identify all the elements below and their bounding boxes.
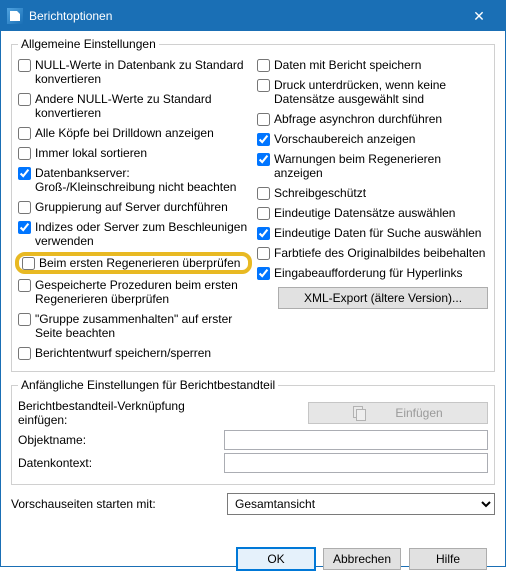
checkbox-input[interactable]	[257, 227, 270, 240]
checkbox-row[interactable]: Gespeicherte Prozeduren beim ersten Rege…	[18, 275, 249, 309]
checkbox-input[interactable]	[18, 279, 31, 292]
close-icon: ✕	[473, 8, 485, 25]
checkbox-row[interactable]: Andere NULL-Werte zu Standard konvertier…	[18, 89, 249, 123]
checkbox-label: Alle Köpfe bei Drilldown anzeigen	[35, 126, 249, 140]
copy-icon	[353, 406, 367, 420]
checkbox-row[interactable]: Gruppierung auf Server durchführen	[18, 197, 249, 217]
checkbox-label: Immer lokal sortieren	[35, 146, 249, 160]
insert-button-label: Einfügen	[395, 406, 442, 420]
checkbox-label: Gespeicherte Prozeduren beim ersten Rege…	[35, 278, 249, 306]
checkbox-label: Andere NULL-Werte zu Standard konvertier…	[35, 92, 249, 120]
checkbox-row[interactable]: Eindeutige Daten für Suche auswählen	[257, 223, 488, 243]
group-general-legend: Allgemeine Einstellungen	[18, 37, 159, 51]
general-left-column: NULL-Werte in Datenbank zu Standard konv…	[18, 55, 249, 363]
checkbox-input[interactable]	[257, 153, 270, 166]
checkbox-row[interactable]: NULL-Werte in Datenbank zu Standard konv…	[18, 55, 249, 89]
checkbox-input[interactable]	[257, 133, 270, 146]
window-title: Berichtoptionen	[29, 9, 459, 23]
checkbox-row[interactable]: Eingabeaufforderung für Hyperlinks	[257, 263, 488, 283]
checkbox-row[interactable]: Schreibgeschützt	[257, 183, 488, 203]
checkbox-row[interactable]: Daten mit Bericht speichern	[257, 55, 488, 75]
xml-export-button[interactable]: XML-Export (ältere Version)...	[278, 287, 488, 309]
general-right-column: Daten mit Bericht speichern Druck unterdr…	[257, 55, 488, 363]
preview-select[interactable]: Gesamtansicht	[227, 493, 495, 515]
checkbox-row[interactable]: Warnungen beim Regenerieren anzeigen	[257, 149, 488, 183]
preview-row: Vorschauseiten starten mit: Gesamtansich…	[11, 493, 495, 515]
checkbox-input[interactable]	[18, 221, 31, 234]
checkbox-input[interactable]	[257, 207, 270, 220]
checkbox-label: Indizes oder Server zum Beschleunigen ve…	[35, 220, 249, 248]
group-initial-legend: Anfängliche Einstellungen für Berichtbes…	[18, 378, 278, 392]
checkbox-input[interactable]	[22, 257, 35, 270]
objectname-input[interactable]	[224, 430, 488, 450]
checkbox-input[interactable]	[257, 247, 270, 260]
group-general: Allgemeine Einstellungen NULL-Werte in D…	[11, 37, 495, 372]
checkbox-row[interactable]: Berichtentwurf speichern/sperren	[18, 343, 249, 363]
checkbox-input[interactable]	[18, 127, 31, 140]
checkbox-row[interactable]: Farbtiefe des Originalbildes beibehalten	[257, 243, 488, 263]
datacontext-input[interactable]	[224, 453, 488, 473]
checkbox-label: NULL-Werte in Datenbank zu Standard konv…	[35, 58, 249, 86]
checkbox-label: Eingabeaufforderung für Hyperlinks	[274, 266, 488, 280]
checkbox-input[interactable]	[18, 93, 31, 106]
checkbox-label: Eindeutige Datensätze auswählen	[274, 206, 488, 220]
checkbox-row[interactable]: "Gruppe zusammenhalten" auf erster Seite…	[18, 309, 249, 343]
checkbox-row[interactable]: Druck unterdrücken, wenn keine Datensätz…	[257, 75, 488, 109]
checkbox-input[interactable]	[18, 59, 31, 72]
checkbox-label: Berichtentwurf speichern/sperren	[35, 346, 249, 360]
insert-button: Einfügen	[308, 402, 488, 424]
checkbox-input[interactable]	[257, 79, 270, 92]
checkbox-row[interactable]: Alle Köpfe bei Drilldown anzeigen	[18, 123, 249, 143]
checkbox-label: Vorschaubereich anzeigen	[274, 132, 488, 146]
checkbox-input[interactable]	[18, 167, 31, 180]
dialog-content: Allgemeine Einstellungen NULL-Werte in D…	[1, 31, 505, 588]
checkbox-label: Druck unterdrücken, wenn keine Datensätz…	[274, 78, 488, 106]
checkbox-input[interactable]	[18, 347, 31, 360]
group-initial: Anfängliche Einstellungen für Berichtbes…	[11, 378, 495, 485]
checkbox-input[interactable]	[257, 59, 270, 72]
checkbox-label: Abfrage asynchron durchführen	[274, 112, 488, 126]
checkbox-input[interactable]	[257, 113, 270, 126]
objectname-label: Objektname:	[18, 433, 218, 447]
footer-buttons: OK Abbrechen Hilfe	[11, 518, 495, 578]
close-button[interactable]: ✕	[459, 1, 499, 31]
checkbox-input[interactable]	[257, 267, 270, 280]
checkbox-label: Datenbankserver: Groß-/Kleinschreibung n…	[35, 166, 249, 194]
checkbox-input[interactable]	[257, 187, 270, 200]
checkbox-input[interactable]	[18, 147, 31, 160]
checkbox-row[interactable]: Immer lokal sortieren	[18, 143, 249, 163]
checkbox-label: Daten mit Bericht speichern	[274, 58, 488, 72]
checkbox-row[interactable]: Beim ersten Regenerieren überprüfen	[15, 252, 252, 274]
checkbox-row[interactable]: Abfrage asynchron durchführen	[257, 109, 488, 129]
checkbox-label: Beim ersten Regenerieren überprüfen	[39, 256, 245, 270]
checkbox-label: Gruppierung auf Server durchführen	[35, 200, 249, 214]
link-insert-label: Berichtbestandteil-Verknüpfung einfügen:	[18, 399, 218, 427]
checkbox-input[interactable]	[18, 201, 31, 214]
checkbox-label: "Gruppe zusammenhalten" auf erster Seite…	[35, 312, 249, 340]
checkbox-input[interactable]	[18, 313, 31, 326]
checkbox-label: Warnungen beim Regenerieren anzeigen	[274, 152, 488, 180]
preview-label: Vorschauseiten starten mit:	[11, 497, 221, 511]
checkbox-row[interactable]: Eindeutige Datensätze auswählen	[257, 203, 488, 223]
app-icon	[7, 8, 23, 24]
checkbox-label: Schreibgeschützt	[274, 186, 488, 200]
checkbox-row[interactable]: Datenbankserver: Groß-/Kleinschreibung n…	[18, 163, 249, 197]
checkbox-label: Eindeutige Daten für Suche auswählen	[274, 226, 488, 240]
titlebar: Berichtoptionen ✕	[1, 1, 505, 31]
checkbox-row[interactable]: Indizes oder Server zum Beschleunigen ve…	[18, 217, 249, 251]
checkbox-row[interactable]: Vorschaubereich anzeigen	[257, 129, 488, 149]
datacontext-label: Datenkontext:	[18, 456, 218, 470]
checkbox-label: Farbtiefe des Originalbildes beibehalten	[274, 246, 488, 260]
